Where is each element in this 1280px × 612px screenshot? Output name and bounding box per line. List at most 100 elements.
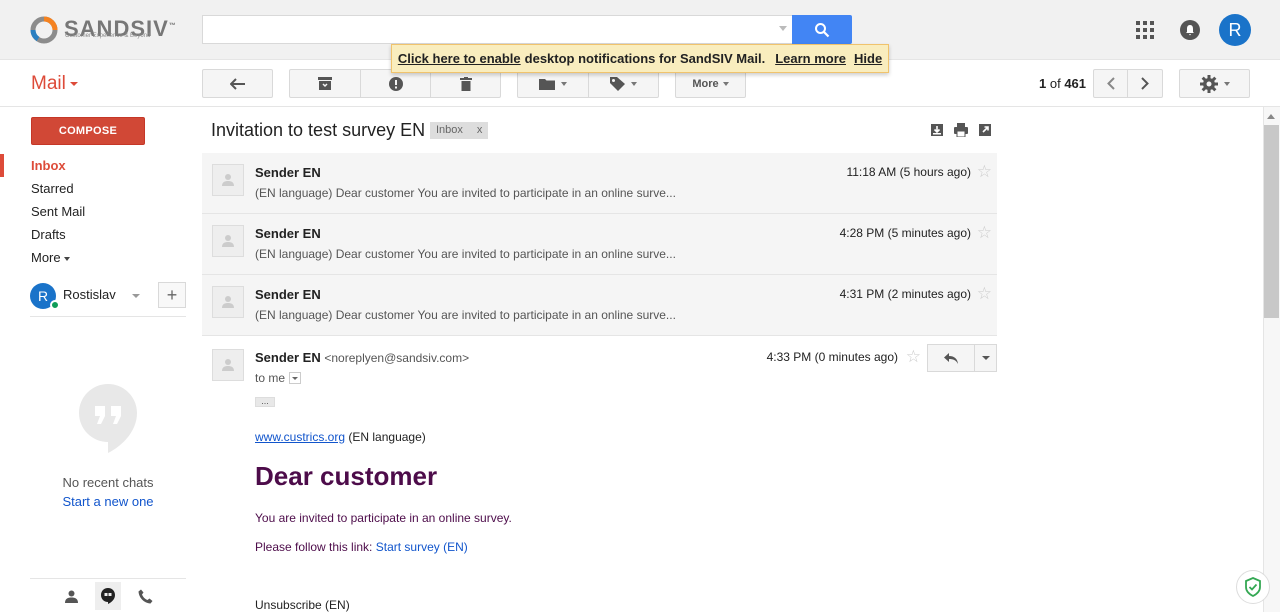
- move-to-button[interactable]: [517, 69, 589, 98]
- thread-message-open: Sender EN <noreplyen@sandsiv.com> to me …: [202, 337, 997, 612]
- phone-icon: [138, 589, 152, 603]
- gear-icon: [1199, 74, 1218, 93]
- sandsiv-logo[interactable]: SANDSIV™ Customer Experience & Beyond: [30, 16, 180, 44]
- recipients-summary[interactable]: to me: [255, 371, 302, 385]
- chevron-down-icon: [631, 81, 637, 86]
- reply-icon: [944, 352, 958, 364]
- newer-button[interactable]: [1093, 69, 1128, 98]
- chevron-down-icon: [722, 81, 729, 86]
- notifications-bell-icon[interactable]: [1180, 20, 1200, 40]
- custrics-link[interactable]: www.custrics.org: [255, 430, 345, 444]
- search-options-caret-icon[interactable]: [779, 26, 787, 31]
- message-time: 4:28 PM (5 minutes ago): [839, 226, 971, 240]
- chevron-left-icon: [1106, 77, 1115, 90]
- remove-label-button[interactable]: x: [477, 122, 483, 139]
- open-message-time: 4:33 PM (0 minutes ago): [766, 350, 898, 364]
- chevron-right-icon: [1141, 77, 1149, 90]
- hangouts-quote-icon: [78, 382, 138, 454]
- message-sender: Sender EN: [255, 287, 321, 302]
- search-input[interactable]: [202, 15, 794, 44]
- desktop-notification-banner: Click here to enable desktop notificatio…: [391, 44, 889, 73]
- body-follow-line: Please follow this link: Start survey (E…: [255, 540, 468, 554]
- message-snippet: (EN language) Dear customer You are invi…: [255, 247, 676, 261]
- label-chip-text: Inbox: [436, 124, 463, 136]
- message-time: 4:31 PM (2 minutes ago): [839, 287, 971, 301]
- sidebar-item-inbox[interactable]: Inbox: [0, 154, 200, 177]
- compose-button[interactable]: COMPOSE: [31, 117, 145, 145]
- sidebar-item-more[interactable]: More: [0, 246, 200, 269]
- hangouts-tab[interactable]: [95, 582, 121, 610]
- reply-button[interactable]: [927, 344, 975, 372]
- open-message-sender: Sender EN <noreplyen@sandsiv.com>: [255, 350, 470, 365]
- message-snippet: (EN language) Dear customer You are invi…: [255, 186, 676, 200]
- sidebar-item-label: Drafts: [31, 227, 66, 242]
- person-icon: [222, 235, 234, 247]
- start-new-chat-link[interactable]: Start a new one: [30, 494, 186, 509]
- older-button[interactable]: [1127, 69, 1163, 98]
- main-scrollbar-thumb[interactable]: [1264, 125, 1279, 318]
- show-trimmed-content-button[interactable]: ...: [255, 397, 275, 407]
- person-icon: [222, 296, 234, 308]
- scroll-up-arrow-icon[interactable]: [1267, 114, 1275, 119]
- search-button[interactable]: [792, 15, 852, 44]
- back-arrow-icon: [229, 77, 245, 90]
- mail-menu[interactable]: Mail: [31, 73, 78, 95]
- star-icon[interactable]: ☆: [977, 162, 992, 182]
- new-conversation-button[interactable]: +: [158, 282, 186, 308]
- thread-message-collapsed[interactable]: Sender EN (EN language) Dear customer Yo…: [202, 153, 997, 214]
- sidebar-item-label: Sent Mail: [31, 204, 86, 219]
- trash-icon: [459, 76, 472, 91]
- archive-button[interactable]: [289, 69, 361, 98]
- phone-tab[interactable]: [132, 582, 158, 610]
- new-window-icon[interactable]: [978, 123, 992, 137]
- message-snippet: (EN language) Dear customer You are invi…: [255, 308, 676, 322]
- star-icon[interactable]: ☆: [906, 347, 921, 367]
- more-reply-options-button[interactable]: [974, 344, 997, 372]
- message-time: 11:18 AM (5 hours ago): [846, 165, 971, 179]
- download-icon[interactable]: [930, 123, 944, 137]
- thread-message-collapsed[interactable]: Sender EN (EN language) Dear customer Yo…: [202, 275, 997, 336]
- body-heading: Dear customer: [255, 461, 438, 491]
- star-icon[interactable]: ☆: [977, 284, 992, 304]
- contacts-tab[interactable]: [58, 582, 84, 610]
- settings-button[interactable]: [1179, 69, 1250, 98]
- online-status-dot: [50, 300, 60, 310]
- label-tag-icon: [610, 76, 625, 91]
- star-icon[interactable]: ☆: [977, 223, 992, 243]
- sender-avatar: [212, 164, 244, 196]
- inbox-label-chip[interactable]: Inbox x: [430, 122, 489, 139]
- print-icon[interactable]: [954, 123, 968, 137]
- person-icon: [222, 359, 234, 371]
- chevron-down-icon[interactable]: [132, 294, 140, 298]
- search-field[interactable]: [203, 16, 763, 43]
- sidebar-item-sent-mail[interactable]: Sent Mail: [0, 200, 200, 223]
- enable-notifications-link[interactable]: Click here to enable: [398, 51, 521, 66]
- report-spam-button[interactable]: [360, 69, 431, 98]
- more-actions-label: More: [692, 77, 719, 90]
- apps-grid-icon[interactable]: [1136, 21, 1154, 39]
- hide-link[interactable]: Hide: [854, 51, 882, 66]
- sidebar-item-label: Inbox: [31, 158, 66, 173]
- folder-icon: [539, 78, 555, 90]
- no-recent-chats-text: No recent chats: [62, 475, 154, 490]
- more-actions-button[interactable]: More: [675, 69, 746, 98]
- sidebar-item-starred[interactable]: Starred: [0, 177, 200, 200]
- sidebar-item-drafts[interactable]: Drafts: [0, 223, 200, 246]
- delete-button[interactable]: [430, 69, 501, 98]
- sidebar-item-label: More: [31, 250, 61, 265]
- learn-more-link[interactable]: Learn more: [775, 51, 846, 66]
- toolbar-divider: [0, 106, 1280, 107]
- back-button[interactable]: [202, 69, 273, 98]
- thread-message-collapsed[interactable]: Sender EN (EN language) Dear customer Yo…: [202, 214, 997, 275]
- chat-user-name[interactable]: Rostislav: [63, 287, 116, 302]
- account-avatar[interactable]: R: [1219, 14, 1251, 46]
- start-survey-link[interactable]: Start survey (EN): [376, 540, 468, 554]
- mail-menu-label: Mail: [31, 73, 66, 94]
- show-details-icon[interactable]: [289, 371, 302, 384]
- labels-button[interactable]: [588, 69, 659, 98]
- unsubscribe-link[interactable]: Unsubscribe (EN): [255, 598, 350, 612]
- chat-user-row: R Rostislav +: [30, 281, 186, 317]
- shield-check-icon[interactable]: [1236, 570, 1270, 604]
- hangouts-icon: [101, 588, 115, 604]
- chevron-down-icon: [561, 81, 567, 86]
